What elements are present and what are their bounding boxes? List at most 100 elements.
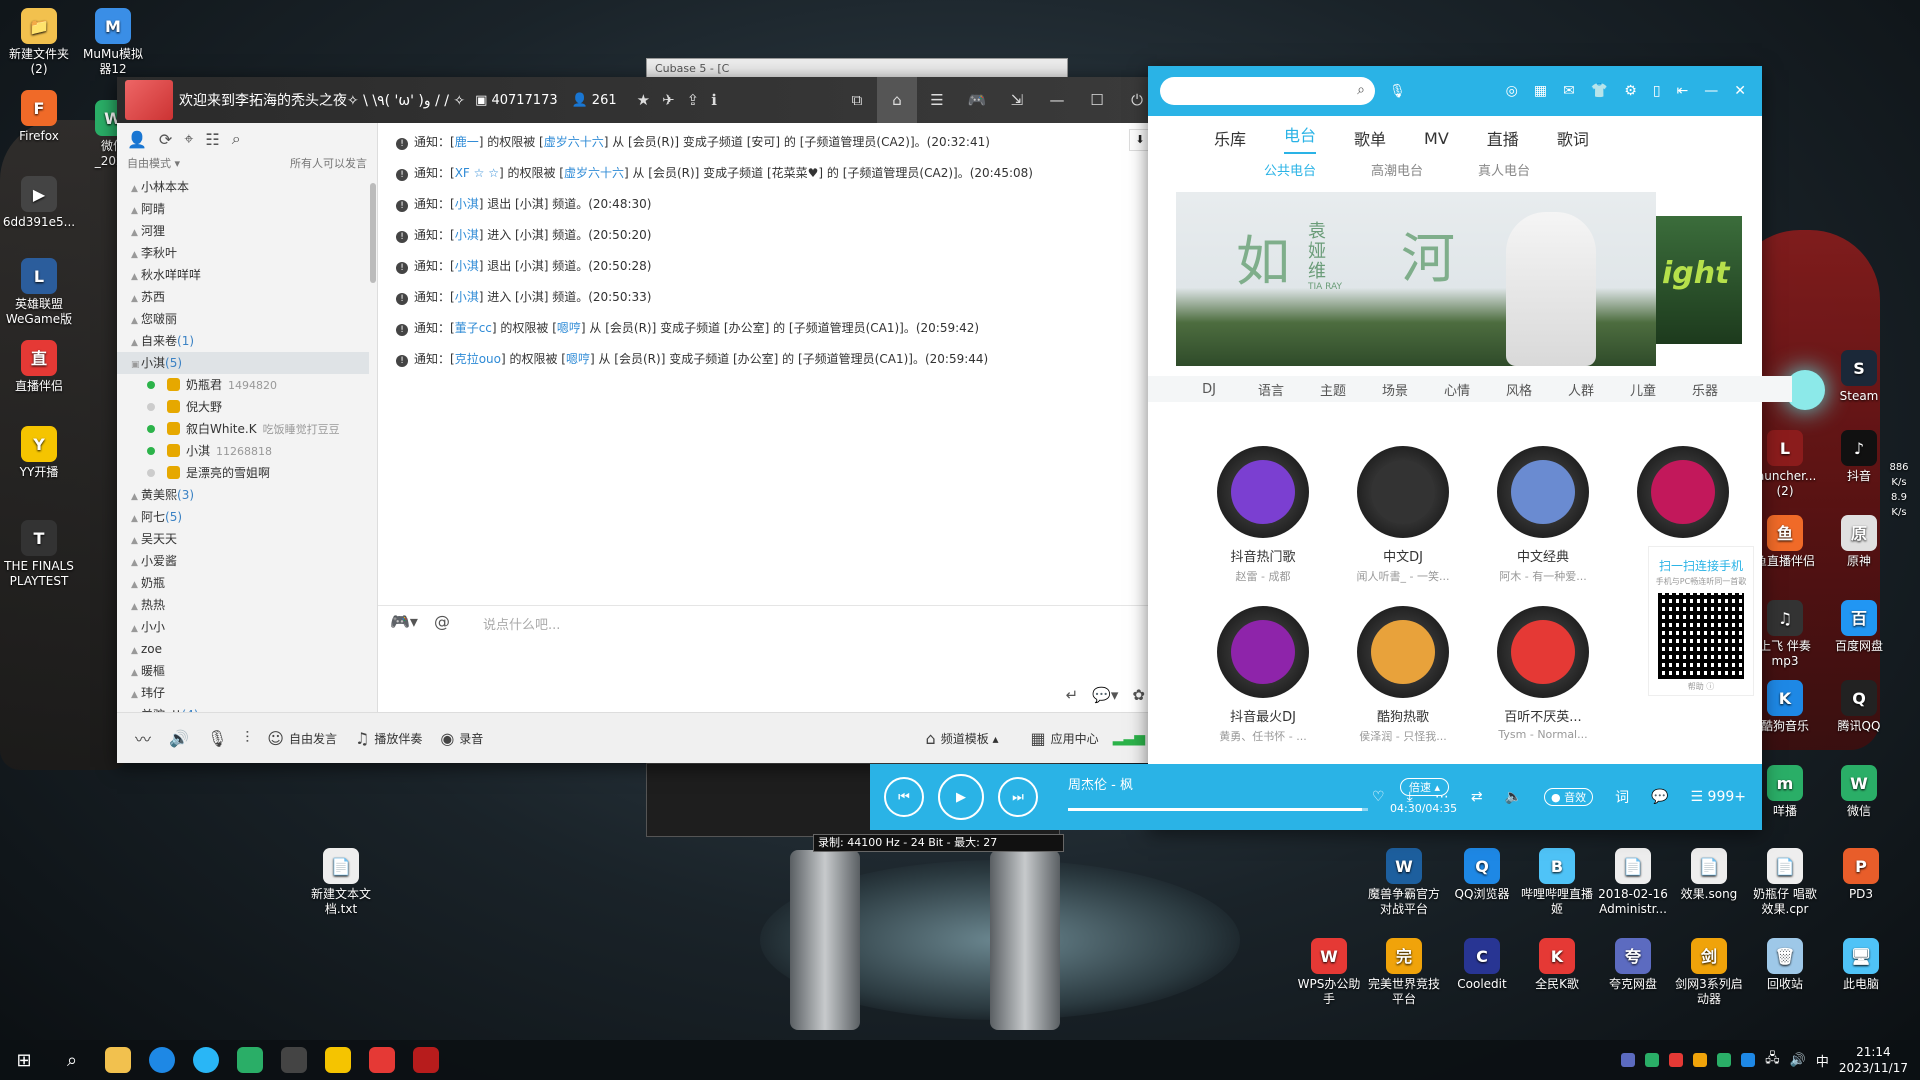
desktop-bottom2-icon[interactable]: C Cooledit: [1443, 938, 1521, 992]
search-icon[interactable]: ⌕: [1357, 82, 1365, 98]
chat-bubble-icon[interactable]: 💬▾: [1092, 686, 1118, 704]
taskbar-qqbrowser[interactable]: [184, 1040, 228, 1080]
collapse-icon[interactable]: ⇤: [1677, 83, 1689, 99]
channel-member[interactable]: 小淇 11268818: [117, 440, 369, 462]
app-center-button[interactable]: ▦ 应用中心: [1031, 729, 1099, 748]
search-icon[interactable]: ⌕: [232, 129, 241, 149]
desktop-bottom2-icon[interactable]: K 全民K歌: [1518, 938, 1596, 992]
new-text-file-icon[interactable]: 📄 新建文本文 档.txt: [302, 848, 380, 917]
list-scrollbar[interactable]: [370, 183, 376, 283]
user-link[interactable]: 克拉ouo: [455, 352, 501, 366]
tray-app-icon[interactable]: [1645, 1053, 1660, 1067]
record-button[interactable]: ◉ 录音: [440, 729, 483, 748]
play-icon[interactable]: ▶: [938, 774, 984, 820]
sub-channel[interactable]: ▲ 小爱酱: [117, 550, 369, 572]
subtab-高潮电台[interactable]: 高潮电台: [1371, 160, 1423, 184]
category-心情[interactable]: 心情: [1426, 380, 1488, 399]
volume-icon[interactable]: 🔊: [169, 729, 189, 748]
board-icon[interactable]: ☰: [917, 91, 957, 109]
radio-station-card[interactable]: 抖音热门歌 赵雷 - 成都: [1208, 446, 1318, 584]
gamepad-icon[interactable]: 🎮: [957, 91, 997, 109]
user-link[interactable]: 小淇: [455, 197, 479, 211]
desktop-left-icon[interactable]: L 英雄联盟 WeGame版: [0, 258, 78, 327]
tab-电台[interactable]: 电台: [1284, 122, 1317, 154]
like-icon[interactable]: ♡: [1372, 789, 1385, 805]
category-主题[interactable]: 主题: [1302, 380, 1364, 399]
category-人群[interactable]: 人群: [1550, 380, 1612, 399]
tray-app-icon[interactable]: [1669, 1053, 1684, 1067]
sub-channel[interactable]: ▲ 热热: [117, 594, 369, 616]
sub-channel[interactable]: ▲ 阿晴: [117, 198, 369, 220]
speaker-icon[interactable]: 🔊: [1790, 1053, 1806, 1068]
ime-indicator[interactable]: 中: [1816, 1051, 1829, 1070]
desktop-right-icon[interactable]: W 微信: [1820, 765, 1898, 819]
taskbar-cubase[interactable]: [404, 1040, 448, 1080]
plane-icon[interactable]: ✈: [662, 91, 675, 109]
user-link[interactable]: 小淇: [455, 228, 479, 242]
search-icon[interactable]: ⌕: [48, 1040, 96, 1080]
desktop-bottom2-icon[interactable]: 🖥 此电脑: [1822, 938, 1900, 992]
minimize-to-tray-icon[interactable]: ⇲: [997, 91, 1037, 109]
volume-icon[interactable]: 🔈: [1505, 789, 1522, 805]
channel-avatar[interactable]: [125, 80, 173, 120]
banner-next-preview[interactable]: ight: [1656, 216, 1742, 344]
category-风格[interactable]: 风格: [1488, 380, 1550, 399]
comment-icon[interactable]: 💬: [1651, 789, 1668, 805]
sub-channel[interactable]: ▲ 您啵丽: [117, 308, 369, 330]
channel-member[interactable]: 奶瓶君 1494820: [117, 374, 369, 396]
apps-icon[interactable]: ▦: [1534, 83, 1547, 99]
channel-user-list[interactable]: ▲ 小林本本 ▲ 阿晴 ▲ 河狸 ▲ 李秋叶 ▲ 秋水咩咩咩 ▲ 苏西 ▲ 您啵丽 ▲ 自来卷(1) ▣小淇(5…: [117, 176, 369, 713]
tray-shield-icon[interactable]: [1621, 1053, 1636, 1067]
sub-channel[interactable]: ▲ 吴天天: [117, 528, 369, 550]
user-link[interactable]: XF ☆ ☆: [455, 166, 499, 180]
qr-connect-panel[interactable]: 扫一扫连接手机 手机与PC畅连听同一首歌 帮助 ⓘ: [1648, 546, 1754, 696]
sub-channel[interactable]: ▲ 李秋叶: [117, 242, 369, 264]
desktop-bottom2-icon[interactable]: 剑剑网3系列启 动器: [1670, 938, 1748, 1007]
desktop-bottom-icon[interactable]: 📄 奶瓶仔 唱歌 效果.cpr: [1746, 848, 1824, 917]
flower-icon[interactable]: ✿: [1132, 686, 1145, 704]
video-icon[interactable]: ⧉: [837, 91, 877, 109]
category-乐器[interactable]: 乐器: [1674, 380, 1736, 399]
radio-station-card[interactable]: 中文DJ 闻人听書_ - 一笑...: [1348, 446, 1458, 584]
category-DJ[interactable]: DJ: [1178, 382, 1240, 397]
mini-mode-icon[interactable]: ▯: [1653, 83, 1661, 99]
user-link[interactable]: 董子cc: [455, 321, 492, 335]
desktop-bottom2-icon[interactable]: 夸夸克网盘: [1594, 938, 1672, 992]
mode-select[interactable]: 自由模式 ▾: [127, 155, 180, 175]
category-语言[interactable]: 语言: [1240, 380, 1302, 399]
refresh-icon[interactable]: ⟳: [159, 130, 172, 149]
channel-member[interactable]: 倪大野: [117, 396, 369, 418]
user-link[interactable]: 小淇: [455, 259, 479, 273]
prev-track-icon[interactable]: ⏮: [884, 777, 924, 817]
mail-icon[interactable]: ✉: [1563, 83, 1575, 99]
desktop-right-icon[interactable]: 原原神: [1820, 515, 1898, 569]
template-button[interactable]: ⌂ 频道模板 ▴: [926, 729, 999, 748]
sub-channel[interactable]: ▲ 小小: [117, 616, 369, 638]
share-icon[interactable]: ⇪: [687, 91, 700, 109]
next-track-icon[interactable]: ⏭: [998, 777, 1038, 817]
user-icon[interactable]: 👤: [127, 130, 147, 149]
subtab-真人电台[interactable]: 真人电台: [1478, 160, 1530, 184]
tab-歌词[interactable]: 歌词: [1557, 126, 1589, 150]
yy-title-bar[interactable]: 欢迎来到李拓海的秃头之夜✧ \ \٩( 'ω' )و / / ✧ ▣ 407171…: [117, 77, 1157, 123]
sub-channel[interactable]: ▲ 阿七(5): [117, 506, 369, 528]
sub-channel[interactable]: ▲ 暖樞: [117, 660, 369, 682]
user-link[interactable]: 虚岁六十六: [564, 166, 624, 180]
desktop-left-icon[interactable]: 📁 新建文件夹 (2): [0, 8, 78, 77]
minimize-icon[interactable]: —: [1704, 83, 1718, 99]
song-title[interactable]: 周杰伦 - 枫: [1068, 778, 1133, 793]
taskbar-wechat[interactable]: [228, 1040, 272, 1080]
sub-channel[interactable]: ▲ 小林本本: [117, 176, 369, 198]
game-emote-icon[interactable]: 🎮▾: [390, 612, 418, 631]
tab-MV[interactable]: MV: [1424, 129, 1449, 148]
minimize-icon[interactable]: —: [1037, 91, 1077, 109]
sub-channel[interactable]: ▲ 河狸: [117, 220, 369, 242]
mic-icon[interactable]: 🎙: [207, 729, 227, 748]
sub-channel[interactable]: ▲ 黄美熙(3): [117, 484, 369, 506]
sub-channel[interactable]: ▲ 玮仔: [117, 682, 369, 704]
windows-start-icon[interactable]: ⊞: [0, 1040, 48, 1080]
location-icon[interactable]: ⌖: [184, 129, 193, 149]
desktop-bottom2-icon[interactable]: 完完美世界竞技 平台: [1365, 938, 1443, 1007]
info-icon[interactable]: ℹ: [711, 91, 717, 109]
desktop-bottom-icon[interactable]: 📄 2018-02-16 Administr...: [1594, 848, 1672, 917]
